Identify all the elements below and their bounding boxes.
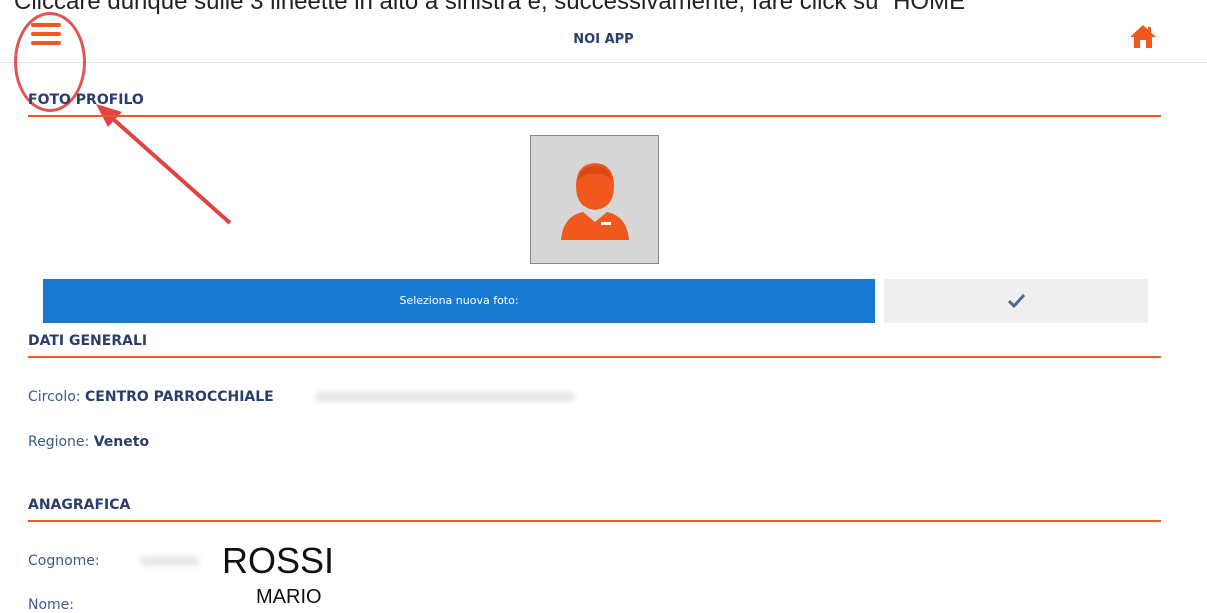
- regione-label: Regione:: [28, 434, 90, 450]
- field-circolo: Circolo: CENTRO PARROCCHIALE: [28, 389, 274, 405]
- regione-value: Veneto: [93, 434, 150, 450]
- cognome-label: Cognome:: [28, 553, 100, 569]
- redacted-text: [315, 392, 575, 402]
- checkmark-icon: [1007, 293, 1026, 309]
- user-avatar-icon: [561, 163, 629, 240]
- circolo-label: Circolo:: [28, 389, 81, 405]
- cognome-value: ROSSI: [222, 540, 335, 581]
- field-regione: Regione: Veneto: [28, 434, 149, 450]
- redacted-text: [140, 556, 200, 566]
- section-title-photo: FOTO PROFILO: [28, 92, 1161, 117]
- annotation-arrow: [96, 104, 232, 225]
- nome-value: MARIO: [256, 586, 322, 608]
- circolo-value: CENTRO PARROCCHIALE: [85, 389, 274, 405]
- nome-label: Nome:: [28, 597, 75, 613]
- confirm-photo-button[interactable]: [884, 279, 1148, 323]
- profile-photo: [530, 135, 659, 264]
- home-icon[interactable]: [1128, 23, 1158, 49]
- select-new-photo-button[interactable]: Seleziona nuova foto:: [43, 279, 875, 323]
- section-title-general: DATI GENERALI: [28, 333, 1161, 358]
- section-title-registry: ANAGRAFICA: [28, 497, 1161, 522]
